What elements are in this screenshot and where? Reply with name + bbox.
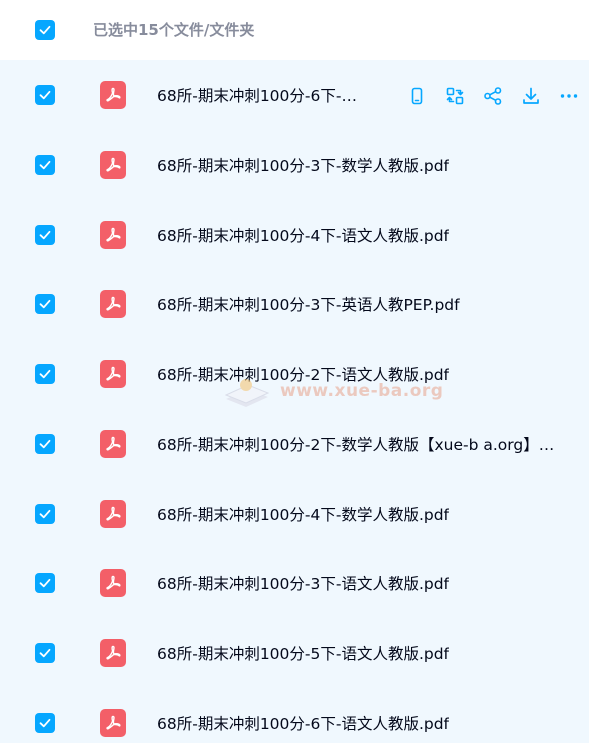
convert-icon[interactable] [443,84,467,108]
file-name[interactable]: 68所-期末冲刺100分-3下-数学人教版.pdf [157,155,449,177]
pdf-icon-glyph [106,506,121,521]
file-name[interactable]: 68所-期末冲刺100分-6下-数学人教版.pdf [157,85,371,107]
pdf-file-icon [100,360,126,388]
check-icon [39,509,51,519]
file-row[interactable]: 68所-期末冲刺100分-4下-语文人教版.pdf [0,200,589,270]
select-all-checkbox[interactable] [35,20,55,40]
check-icon [39,25,51,35]
pdf-file-icon [100,81,126,109]
file-row[interactable]: 68所-期末冲刺100分-6下-语文人教版.pdf [0,688,589,743]
pdf-icon-glyph [106,296,121,311]
share-icon[interactable] [481,84,505,108]
selection-header: 已选中15个文件/文件夹 [0,0,589,60]
file-name[interactable]: 68所-期末冲刺100分-5下-语文人教版.pdf [157,643,449,665]
file-name[interactable]: 68所-期末冲刺100分-3下-语文人教版.pdf [157,573,449,595]
check-icon [39,90,51,100]
file-row[interactable]: 68所-期末冲刺100分-2下-数学人教版【xue-b a.org】.pdf [0,409,589,479]
pdf-file-icon [100,709,126,737]
pdf-icon-glyph [106,366,121,381]
pdf-file-icon [100,221,126,249]
pdf-file-icon [100,500,126,528]
file-list: 68所-期末冲刺100分-6下-数学人教版.pdf 68所-期末冲刺100分-3下… [0,60,589,743]
file-name[interactable]: 68所-期末冲刺100分-3下-英语人教PEP.pdf [157,294,460,316]
file-list-page: 已选中15个文件/文件夹 68所-期末冲刺100分-6下-数学人教版.pdf68… [0,0,589,743]
more-icon[interactable] [557,84,581,108]
file-checkbox[interactable] [35,643,55,663]
pdf-icon-glyph [106,575,121,590]
file-name[interactable]: 68所-期末冲刺100分-4下-语文人教版.pdf [157,225,449,247]
pdf-file-icon [100,569,126,597]
file-checkbox[interactable] [35,294,55,314]
file-checkbox[interactable] [35,225,55,245]
file-checkbox[interactable] [35,364,55,384]
file-name[interactable]: 68所-期末冲刺100分-4下-数学人教版.pdf [157,504,449,526]
file-row[interactable]: 68所-期末冲刺100分-3下-语文人教版.pdf [0,548,589,618]
check-icon [39,718,51,728]
file-row[interactable]: 68所-期末冲刺100分-3下-数学人教版.pdf [0,130,589,200]
file-row[interactable]: 68所-期末冲刺100分-4下-数学人教版.pdf [0,479,589,549]
check-icon [39,230,51,240]
check-icon [39,299,51,309]
file-name[interactable]: 68所-期末冲刺100分-6下-语文人教版.pdf [157,713,449,735]
file-checkbox[interactable] [35,85,55,105]
pdf-icon-glyph [106,87,121,102]
file-row[interactable]: 68所-期末冲刺100分-2下-语文人教版.pdf [0,339,589,409]
check-icon [39,578,51,588]
pdf-file-icon [100,639,126,667]
file-checkbox[interactable] [35,573,55,593]
file-row[interactable]: 68所-期末冲刺100分-3下-英语人教PEP.pdf [0,269,589,339]
pdf-icon-glyph [106,715,121,730]
check-icon [39,648,51,658]
check-icon [39,160,51,170]
check-icon [39,369,51,379]
file-checkbox[interactable] [35,713,55,733]
pdf-file-icon [100,430,126,458]
file-row[interactable]: 68所-期末冲刺100分-5下-语文人教版.pdf [0,618,589,688]
pdf-file-icon [100,290,126,318]
file-checkbox[interactable] [35,155,55,175]
pdf-file-icon [100,151,126,179]
selection-count-text: 已选中15个文件/文件夹 [93,21,255,39]
pdf-icon-glyph [106,436,121,451]
file-checkbox[interactable] [35,504,55,524]
pdf-icon-glyph [106,227,121,242]
pdf-icon-glyph [106,645,121,660]
check-icon [39,439,51,449]
file-row[interactable]: 68所-期末冲刺100分-6下-数学人教版.pdf [0,60,589,130]
file-name[interactable]: 68所-期末冲刺100分-2下-数学人教版【xue-b a.org】.pdf [157,434,557,456]
download-icon[interactable] [519,84,543,108]
pdf-icon-glyph [106,157,121,172]
file-checkbox[interactable] [35,434,55,454]
phone-icon[interactable] [405,84,429,108]
file-name[interactable]: 68所-期末冲刺100分-2下-语文人教版.pdf [157,364,449,386]
row-actions [405,84,581,108]
